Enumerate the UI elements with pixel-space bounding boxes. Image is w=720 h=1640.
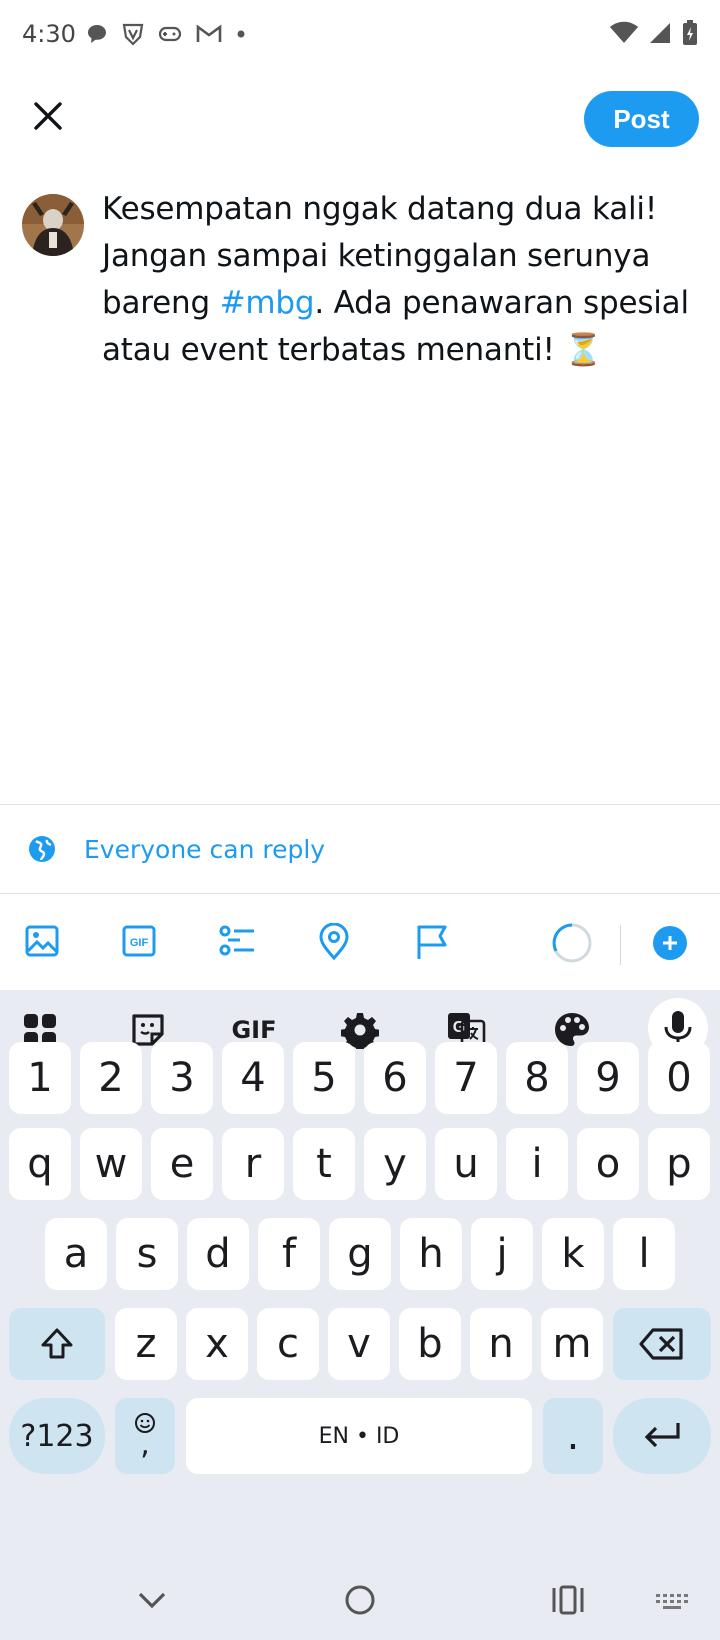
key-o[interactable]: o bbox=[577, 1128, 639, 1200]
key-h[interactable]: h bbox=[400, 1218, 462, 1290]
key-l[interactable]: l bbox=[613, 1218, 675, 1290]
key-2[interactable]: 2 bbox=[80, 1042, 142, 1114]
key-8[interactable]: 8 bbox=[506, 1042, 568, 1114]
gif-keyboard-label: GIF bbox=[231, 1016, 277, 1044]
key-0[interactable]: 0 bbox=[648, 1042, 710, 1114]
close-icon bbox=[34, 102, 62, 130]
key-g[interactable]: g bbox=[329, 1218, 391, 1290]
poll-icon bbox=[219, 925, 254, 956]
key-b[interactable]: b bbox=[399, 1308, 461, 1380]
key-d[interactable]: d bbox=[187, 1218, 249, 1290]
space-key[interactable]: EN • ID bbox=[186, 1398, 532, 1474]
hide-keyboard-icon bbox=[138, 1592, 166, 1609]
key-1[interactable]: 1 bbox=[9, 1042, 71, 1114]
key-x[interactable]: x bbox=[186, 1308, 248, 1380]
key-c[interactable]: c bbox=[257, 1308, 319, 1380]
keyboard-switch-icon bbox=[656, 1594, 688, 1609]
key-w[interactable]: w bbox=[80, 1128, 142, 1200]
period-key[interactable]: . bbox=[543, 1398, 603, 1474]
home-button[interactable] bbox=[342, 1582, 378, 1618]
recents-button[interactable] bbox=[550, 1582, 586, 1618]
add-location-button[interactable] bbox=[316, 922, 356, 963]
compose-toolbar: GIF bbox=[0, 895, 720, 990]
post-button[interactable]: Post bbox=[584, 91, 699, 147]
character-counter bbox=[550, 921, 594, 965]
key-m[interactable]: m bbox=[541, 1308, 603, 1380]
key-3[interactable]: 3 bbox=[151, 1042, 213, 1114]
key-z[interactable]: z bbox=[115, 1308, 177, 1380]
key-t[interactable]: t bbox=[293, 1128, 355, 1200]
key-k[interactable]: k bbox=[542, 1218, 604, 1290]
hourglass-emoji: ⏳ bbox=[564, 332, 603, 368]
hide-keyboard-button[interactable] bbox=[134, 1582, 170, 1618]
image-icon bbox=[25, 925, 59, 957]
divider bbox=[0, 893, 720, 894]
enter-icon bbox=[644, 1423, 680, 1448]
reply-setting-button[interactable]: Everyone can reply bbox=[0, 805, 720, 893]
key-a[interactable]: a bbox=[45, 1218, 107, 1290]
add-image-button[interactable] bbox=[24, 923, 64, 963]
backspace-key[interactable] bbox=[613, 1308, 711, 1380]
close-button[interactable] bbox=[28, 96, 68, 136]
key-q[interactable]: q bbox=[9, 1128, 71, 1200]
battery-charging-icon bbox=[683, 20, 697, 45]
key-9[interactable]: 9 bbox=[577, 1042, 639, 1114]
recents-icon bbox=[552, 1585, 584, 1615]
flag-icon bbox=[417, 925, 447, 959]
key-p[interactable]: p bbox=[648, 1128, 710, 1200]
key-f[interactable]: f bbox=[258, 1218, 320, 1290]
keyboard-switch-button[interactable] bbox=[654, 1582, 690, 1618]
key-e[interactable]: e bbox=[151, 1128, 213, 1200]
add-poll-button[interactable] bbox=[218, 923, 258, 963]
globe-icon bbox=[29, 836, 55, 862]
key-7[interactable]: 7 bbox=[435, 1042, 497, 1114]
svg-text:GIF: GIF bbox=[130, 937, 149, 949]
key-5[interactable]: 5 bbox=[293, 1042, 355, 1114]
gif-icon: GIF bbox=[122, 925, 156, 957]
key-y[interactable]: y bbox=[364, 1128, 426, 1200]
comma-label: , bbox=[140, 1427, 150, 1462]
vpn-shield-icon bbox=[122, 23, 144, 46]
emoji-comma-key[interactable]: , bbox=[115, 1398, 175, 1474]
keyboard: GIF G 1234567890qwertyuiopasdfghjklzxcvb… bbox=[0, 990, 720, 1640]
shift-key[interactable] bbox=[9, 1308, 105, 1380]
cell-signal-icon bbox=[650, 23, 670, 43]
key-u[interactable]: u bbox=[435, 1128, 497, 1200]
add-thread-button[interactable] bbox=[652, 925, 692, 965]
avatar[interactable] bbox=[22, 194, 84, 256]
key-r[interactable]: r bbox=[222, 1128, 284, 1200]
key-j[interactable]: j bbox=[471, 1218, 533, 1290]
add-flag-button[interactable] bbox=[414, 923, 454, 963]
symbols-key[interactable]: ?123 bbox=[9, 1398, 105, 1474]
key-s[interactable]: s bbox=[116, 1218, 178, 1290]
key-v[interactable]: v bbox=[328, 1308, 390, 1380]
compose-text[interactable]: Kesempatan nggak datang dua kali! Jangan… bbox=[102, 186, 702, 374]
home-icon bbox=[345, 1585, 375, 1615]
key-n[interactable]: n bbox=[470, 1308, 532, 1380]
add-thread-icon bbox=[653, 926, 687, 960]
status-time: 4:30 bbox=[22, 20, 76, 48]
toolbar-separator bbox=[620, 925, 621, 965]
system-nav-bar bbox=[0, 1560, 720, 1640]
chat-bubble-icon bbox=[88, 25, 106, 43]
avatar-image bbox=[22, 194, 84, 256]
mic-icon bbox=[664, 1011, 692, 1044]
dot-icon bbox=[237, 30, 245, 38]
gmail-icon bbox=[196, 24, 222, 42]
progress-ring-icon bbox=[552, 923, 592, 963]
enter-key[interactable] bbox=[613, 1398, 711, 1474]
hashtag-link[interactable]: #mbg bbox=[220, 285, 315, 321]
reply-setting-label: Everyone can reply bbox=[84, 835, 326, 864]
key-4[interactable]: 4 bbox=[222, 1042, 284, 1114]
key-6[interactable]: 6 bbox=[364, 1042, 426, 1114]
status-bar: 4:30 bbox=[0, 0, 720, 70]
location-icon bbox=[319, 922, 349, 961]
shift-icon bbox=[41, 1328, 73, 1359]
backspace-icon bbox=[639, 1328, 683, 1360]
gamepad-icon bbox=[158, 26, 182, 42]
key-i[interactable]: i bbox=[506, 1128, 568, 1200]
add-gif-button[interactable]: GIF bbox=[121, 923, 161, 963]
wifi-icon bbox=[610, 21, 638, 43]
